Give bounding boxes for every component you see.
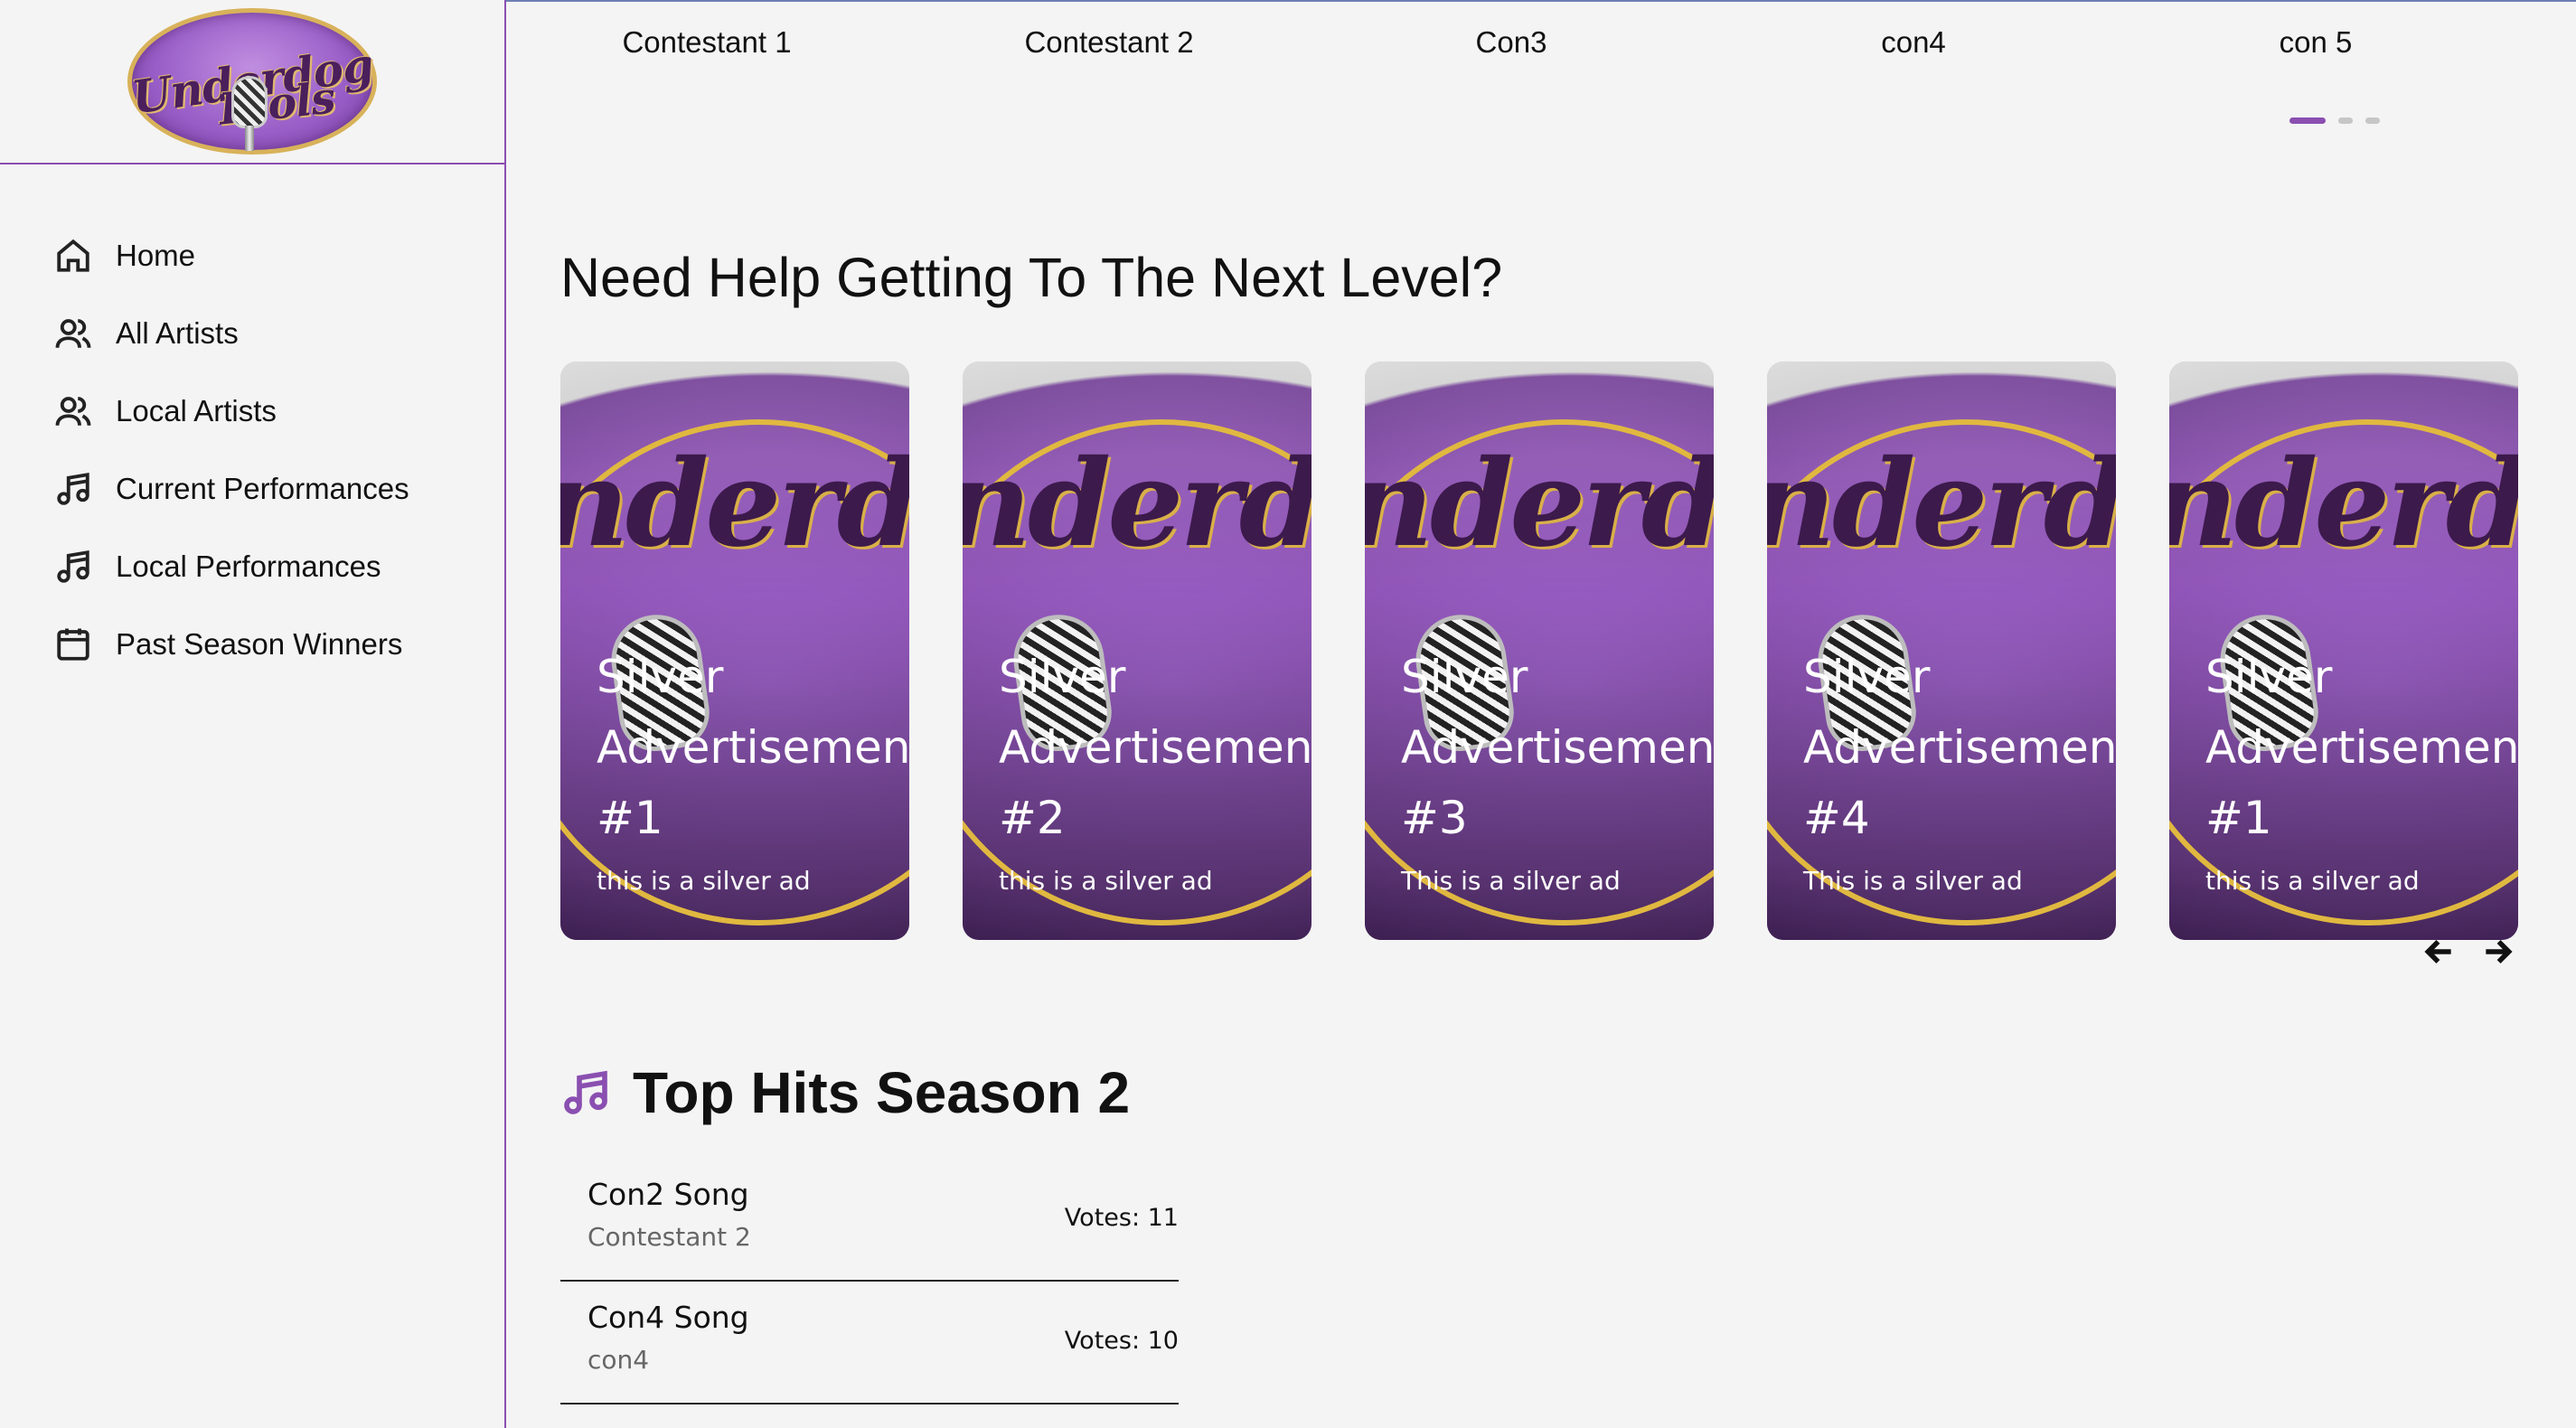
home-icon [57,239,89,272]
sidebar-item-label: Local Performances [116,550,381,583]
contestant-name[interactable]: Contestant 1 [571,25,842,60]
ad-title-line: Silver [597,651,724,703]
ad-title: Silver Advertisement #4 [1803,642,2116,853]
ad-title: Silver Advertisement #2 [999,642,1312,853]
microphone-icon [231,76,268,151]
contestant-carousel: Contestant 1 Contestant 2 Con3 con4 con … [508,0,2576,90]
ad-title-line: #1 [597,792,663,844]
list-item[interactable]: Con2 Song Contestant 2 Votes: 11 [560,1159,1179,1282]
ad-title-line: Advertisement [999,721,1312,774]
contestant-name[interactable]: con4 [1778,25,2049,60]
top-hits-title: Top Hits Season 2 [633,1060,1131,1125]
carousel-dot-active[interactable] [2289,117,2326,124]
sidebar-item-label: Local Artists [116,394,277,427]
top-hits-list: Con2 Song Contestant 2 Votes: 11 Con4 So… [560,1159,1179,1405]
carousel-dot[interactable] [2338,117,2353,124]
list-item[interactable]: Con4 Song con4 Votes: 10 [560,1282,1179,1405]
sidebar-item-local-performances[interactable]: Local Performances [0,528,504,606]
sidebar-item-label: Current Performances [116,472,409,505]
ad-title-line: Silver [1803,651,1931,703]
song-artist: Contestant 2 [588,1222,751,1252]
ad-logo-lettering: nderd [1365,434,1714,574]
sidebar-item-label: Home [116,239,196,272]
ad-title-line: Advertisement [597,721,909,774]
carousel-dot[interactable] [2365,117,2380,124]
ad-title: Silver Advertisement #3 [1401,642,1714,853]
ads-section-title: Need Help Getting To The Next Level? [560,247,1503,308]
top-hits-heading: Top Hits Season 2 [560,1059,1130,1126]
ad-logo-lettering: nderd [1767,434,2116,574]
arrow-left-icon[interactable] [2422,935,2457,969]
arrow-right-icon[interactable] [2480,935,2515,969]
sidebar-item-label: Past Season Winners [116,627,403,661]
sidebar-nav: Home All Artists Local Artists Current P… [0,164,504,683]
contestant-name[interactable]: Con3 [1376,25,1647,60]
sidebar-item-label: All Artists [116,316,239,350]
carousel-pagination [2289,117,2380,124]
sidebar-item-local-artists[interactable]: Local Artists [0,372,504,450]
contestant-name[interactable]: Contestant 2 [973,25,1245,60]
ad-title-line: #4 [1803,792,1870,844]
sidebar-item-home[interactable]: Home [0,217,504,295]
music-note-icon [57,472,89,505]
ad-card[interactable]: nderd Silver Advertisement #1 this is a … [2169,362,2518,940]
song-title: Con2 Song [588,1177,749,1212]
music-note-icon [57,550,89,583]
song-title: Con4 Song [588,1300,749,1335]
contestant-name[interactable]: con 5 [2180,25,2451,60]
ad-title: Silver Advertisement #1 [2205,642,2518,853]
ad-subtitle: this is a silver ad [999,866,1213,896]
ad-title-line: Silver [999,651,1126,703]
ad-logo-lettering: nderd [2169,434,2518,574]
logo-area[interactable]: Underdog Idols [0,0,504,164]
ad-title-line: #2 [999,792,1066,844]
vote-count: Votes: 10 [1064,1327,1179,1355]
ad-title: Silver Advertisement #1 [597,642,909,853]
ad-subtitle: this is a silver ad [2205,866,2420,896]
ad-carousel-controls [2422,935,2515,969]
ad-logo-lettering: nderd [963,434,1312,574]
ad-subtitle: this is a silver ad [597,866,811,896]
users-icon [55,397,91,426]
song-artist: con4 [588,1345,650,1375]
ad-title-line: #1 [2205,792,2272,844]
vote-count: Votes: 11 [1064,1204,1179,1232]
ad-logo-lettering: nderd [560,434,909,574]
underdog-idols-logo[interactable]: Underdog Idols [127,8,377,155]
ad-title-line: Advertisement [1803,721,2116,774]
main-content: Contestant 1 Contestant 2 Con3 con4 con … [508,0,2576,1428]
ad-title-line: Silver [1401,651,1528,703]
sidebar-item-current-performances[interactable]: Current Performances [0,450,504,528]
users-icon [55,319,91,348]
ad-card[interactable]: nderd Silver Advertisement #3 This is a … [1365,362,1714,940]
ad-card[interactable]: nderd Silver Advertisement #4 This is a … [1767,362,2116,940]
ad-card[interactable]: nderd Silver Advertisement #2 this is a … [963,362,1312,940]
sidebar-item-past-season-winners[interactable]: Past Season Winners [0,606,504,683]
sidebar-item-all-artists[interactable]: All Artists [0,295,504,372]
ad-title-line: #3 [1401,792,1468,844]
calendar-icon [57,628,89,661]
ad-title-line: Silver [2205,651,2333,703]
ad-title-line: Advertisement [1401,721,1714,774]
ad-subtitle: This is a silver ad [1803,866,2023,896]
sidebar: Underdog Idols Home All Artists Local Ar… [0,0,506,1428]
music-note-icon [564,1070,607,1114]
ad-title-line: Advertisement [2205,721,2518,774]
ad-card[interactable]: nderd Silver Advertisement #1 this is a … [560,362,909,940]
ad-subtitle: This is a silver ad [1401,866,1621,896]
